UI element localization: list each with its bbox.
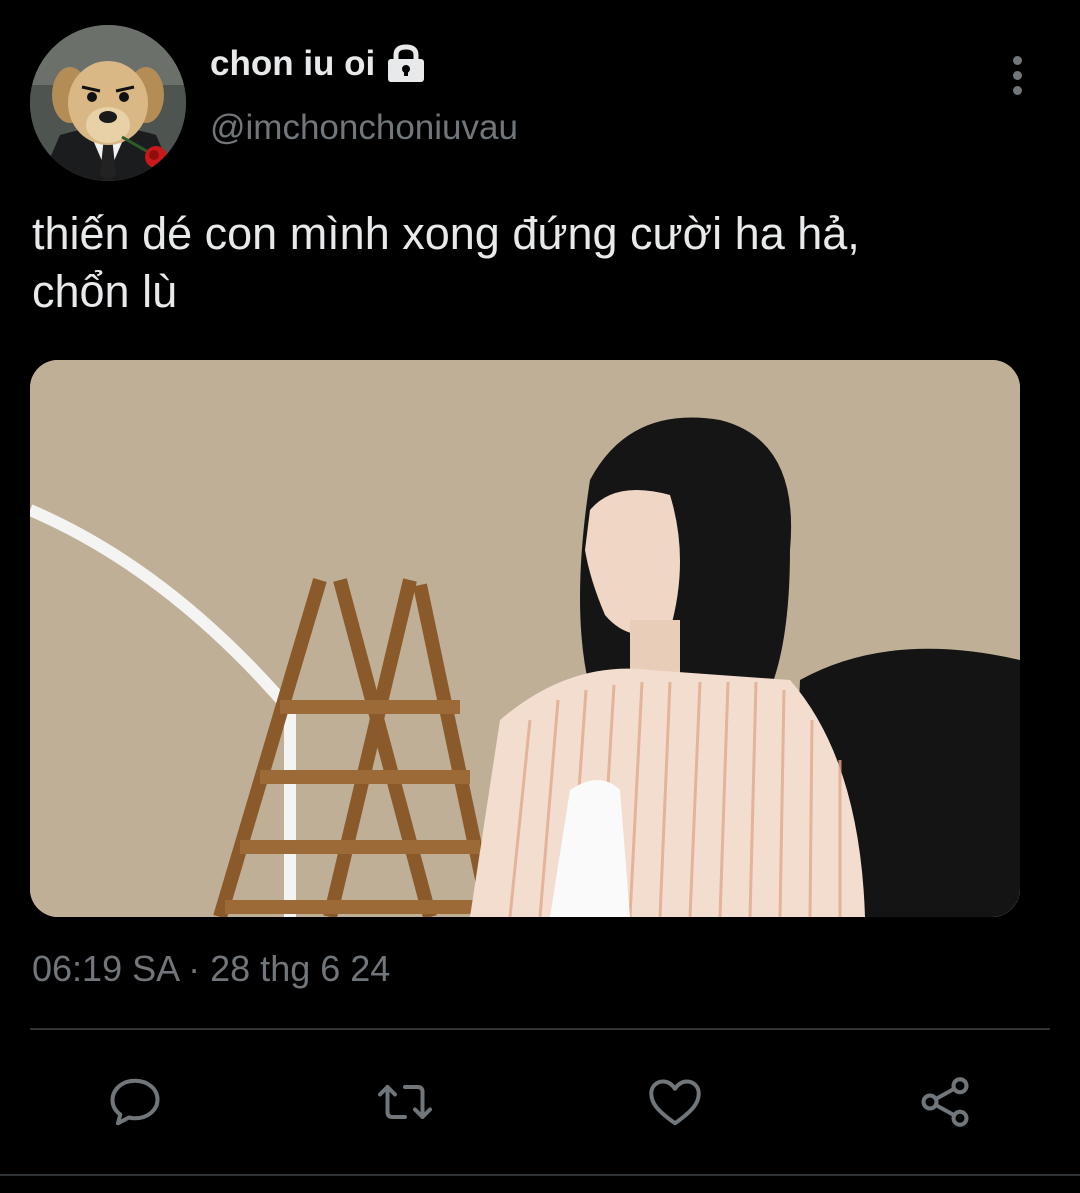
tweet-time: 06:19 SA — [32, 948, 179, 989]
reply-button[interactable] — [103, 1070, 167, 1134]
share-icon — [921, 1077, 969, 1127]
media-photo — [30, 360, 1020, 917]
tweet-media[interactable] — [30, 360, 1020, 917]
divider — [30, 1028, 1050, 1030]
meta-separator: · — [178, 948, 211, 989]
display-name-row[interactable]: chon iu oi — [210, 44, 427, 84]
tweet-date: 28 thg 6 24 — [210, 948, 391, 989]
retweet-button[interactable] — [373, 1070, 437, 1134]
lock-icon — [385, 44, 427, 84]
divider-bottom — [0, 1174, 1080, 1176]
reply-icon — [110, 1078, 160, 1126]
avatar-image — [30, 25, 186, 181]
like-icon — [649, 1079, 701, 1126]
avatar[interactable] — [30, 25, 186, 181]
like-button[interactable] — [643, 1070, 707, 1134]
retweet-icon — [378, 1085, 432, 1119]
tweet-timestamp[interactable]: 06:19 SA · 28 thg 6 24 — [32, 948, 390, 990]
more-options-button[interactable] — [996, 50, 1038, 100]
user-handle[interactable]: @imchonchoniuvau — [210, 108, 518, 148]
tweet-text: thiến dé con mình xong đứng cười ha hả, … — [32, 208, 860, 317]
display-name[interactable]: chon iu oi — [210, 44, 375, 84]
more-dot — [1012, 85, 1022, 95]
more-dot — [1012, 70, 1022, 80]
share-button[interactable] — [913, 1070, 977, 1134]
more-dot — [1012, 55, 1022, 65]
